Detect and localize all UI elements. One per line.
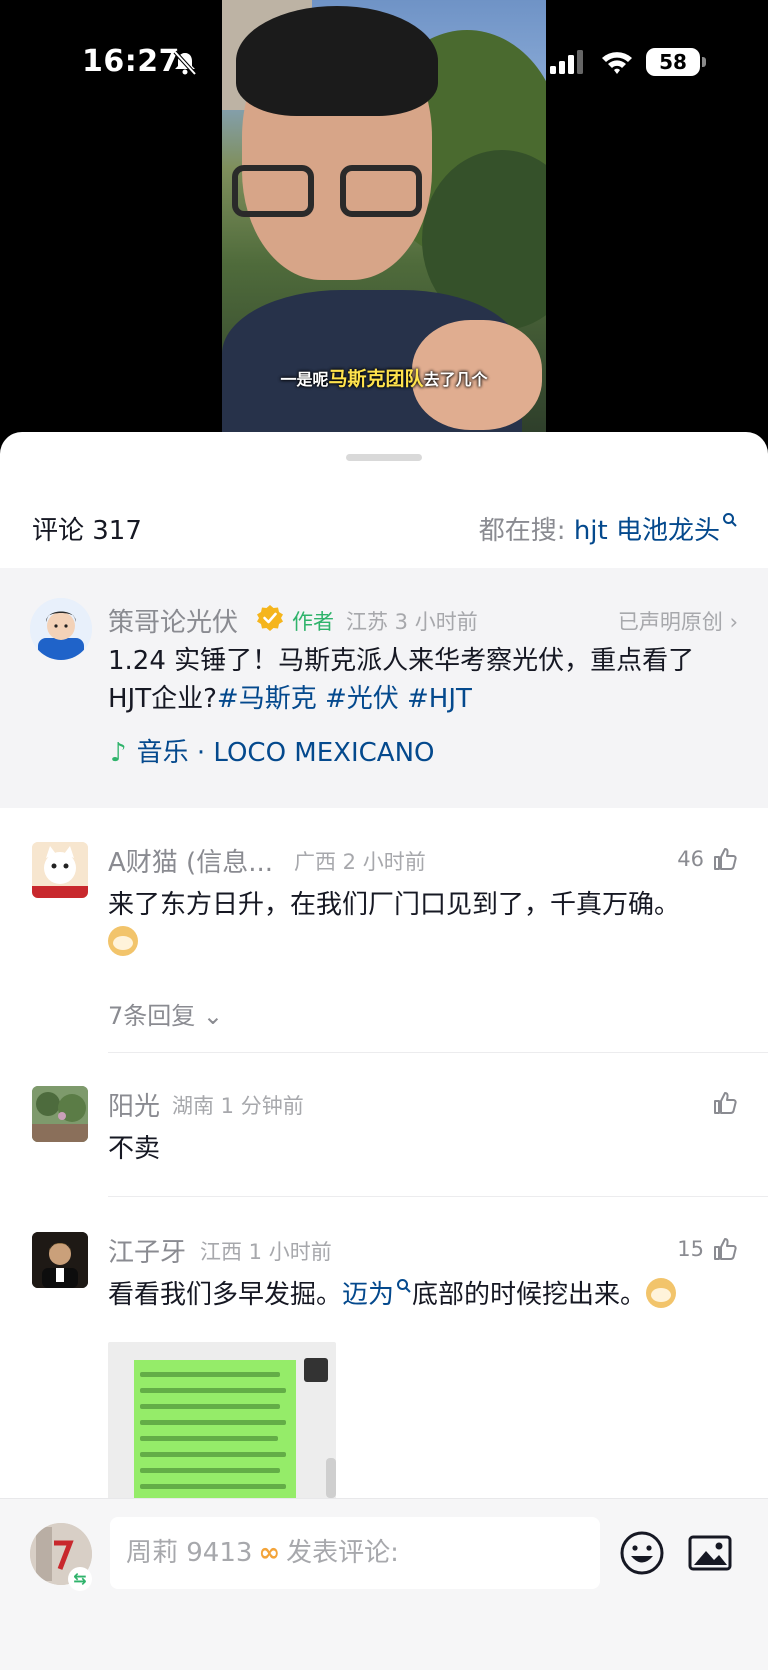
comment-count-title: 评论 317	[32, 516, 142, 546]
comment-location-time: 湖南 1 分钟前	[172, 1094, 304, 1118]
comment-divider	[108, 1196, 768, 1197]
search-icon	[723, 513, 737, 527]
thumbs-up-icon	[714, 848, 737, 870]
video-subtitle: 一是呢马斯克团队去了几个	[280, 368, 488, 390]
commenter-name[interactable]: 江子牙	[108, 1232, 186, 1269]
battery-indicator: 58	[646, 48, 706, 76]
screenshot-text-line	[140, 1404, 280, 1409]
comment-location-time: 广西 2 小时前	[294, 850, 426, 874]
comment-divider	[108, 1052, 768, 1053]
music-link[interactable]: ♪ 音乐 · LOCO MEXICANO	[110, 732, 435, 769]
search-icon	[397, 1279, 411, 1293]
brand-logo-icon: ∞	[258, 1538, 281, 1568]
comment-text: 看看我们多早发掘。迈为 底部的时候挖出来。	[108, 1276, 738, 1314]
comment-location-time: 江西 1 小时前	[200, 1240, 332, 1264]
cellular-signal-icon	[550, 50, 583, 74]
verified-badge-icon	[257, 605, 283, 631]
commenter-avatar[interactable]	[32, 1086, 88, 1142]
comment-sheet: 评论 317 都在搜: hjt 电池龙头 策哥论光伏 作者 江苏 3 小时前 已…	[0, 432, 768, 1670]
like-count: 15	[677, 1237, 704, 1261]
comment-image-thumbnail[interactable]	[108, 1342, 336, 1522]
wifi-icon	[602, 52, 632, 74]
author-name[interactable]: 策哥论光伏	[108, 602, 238, 639]
author-pinned-post[interactable]: 策哥论光伏 作者 江苏 3 小时前 已声明原创 › 1.24 实锤了！马斯克派人…	[0, 568, 768, 808]
doge-emoji-icon	[108, 926, 138, 956]
screenshot-text-line	[140, 1436, 278, 1441]
screenshot-text-line	[140, 1388, 286, 1393]
screenshot-text-line	[140, 1452, 286, 1457]
commenter-name[interactable]: 阳光	[108, 1086, 160, 1123]
author-post-text: 1.24 实锤了！马斯克派人来华考察光伏，重点看了HJT企业?#马斯克 #光伏 …	[108, 646, 695, 714]
image-picker-icon[interactable]	[686, 1529, 734, 1577]
commenter-name[interactable]: A财猫 (信息...	[108, 842, 273, 879]
original-claim-link[interactable]: 已声明原创 ›	[618, 606, 738, 636]
portrait-avatar-icon	[32, 1232, 88, 1288]
search-keyword-link[interactable]: 迈为	[342, 1280, 394, 1310]
screenshot-text-line	[140, 1484, 286, 1489]
status-bar: 16:27 58	[0, 0, 768, 120]
view-replies-button[interactable]: 7条回复 ⌄	[108, 996, 223, 1031]
author-avatar[interactable]	[30, 598, 92, 660]
music-note-icon: ♪	[110, 738, 127, 768]
comment-input-field[interactable]: 周莉 9413 ∞ 发表评论:	[110, 1517, 600, 1589]
emoji-picker-icon[interactable]	[618, 1529, 666, 1577]
hot-search-label: 都在搜:	[478, 516, 574, 546]
video-person-glasses	[232, 165, 432, 225]
bell-muted-icon	[173, 50, 197, 76]
author-tag: 作者	[292, 610, 334, 634]
comment-text: 来了东方日升，在我们厂门口见到了，千真万确。	[108, 886, 738, 962]
sheet-drag-handle[interactable]	[346, 454, 422, 461]
like-button[interactable]: 46	[677, 844, 738, 874]
status-time: 16:27	[82, 44, 180, 79]
doge-emoji-icon	[646, 1278, 677, 1308]
screenshot-avatar	[304, 1358, 328, 1382]
cartoon-avatar-icon	[30, 598, 92, 660]
nature-avatar-icon	[32, 1086, 88, 1142]
comment-text: 不卖	[108, 1134, 161, 1164]
author-location-time: 江苏 3 小时前	[346, 610, 478, 634]
cat-avatar-icon	[32, 842, 88, 898]
commenter-avatar[interactable]	[32, 1232, 88, 1288]
thumbs-up-icon	[714, 1238, 737, 1260]
thumbs-up-icon	[714, 1092, 737, 1114]
music-label: 音乐 · LOCO MEXICANO	[136, 738, 435, 768]
like-count: 46	[677, 847, 704, 871]
screenshot-scroll-handle	[326, 1458, 336, 1498]
screenshot-text-line	[140, 1372, 280, 1377]
comment-input-bar: ⇆ 周莉 9413 ∞ 发表评论:	[0, 1498, 768, 1670]
screenshot-text-line	[140, 1468, 280, 1473]
hashtag-links[interactable]: #马斯克 #光伏 #HJT	[217, 684, 472, 714]
hot-search-keyword[interactable]: hjt 电池龙头	[574, 516, 720, 546]
comment-header: 评论 317 都在搜: hjt 电池龙头	[0, 492, 768, 552]
screenshot-text-line	[140, 1420, 286, 1425]
account-switch-icon[interactable]: ⇆	[68, 1567, 92, 1591]
commenter-avatar[interactable]	[32, 842, 88, 898]
hot-search-link[interactable]: 都在搜: hjt 电池龙头	[479, 510, 738, 547]
like-button[interactable]: 15	[677, 1234, 738, 1264]
like-button[interactable]	[704, 1088, 738, 1118]
